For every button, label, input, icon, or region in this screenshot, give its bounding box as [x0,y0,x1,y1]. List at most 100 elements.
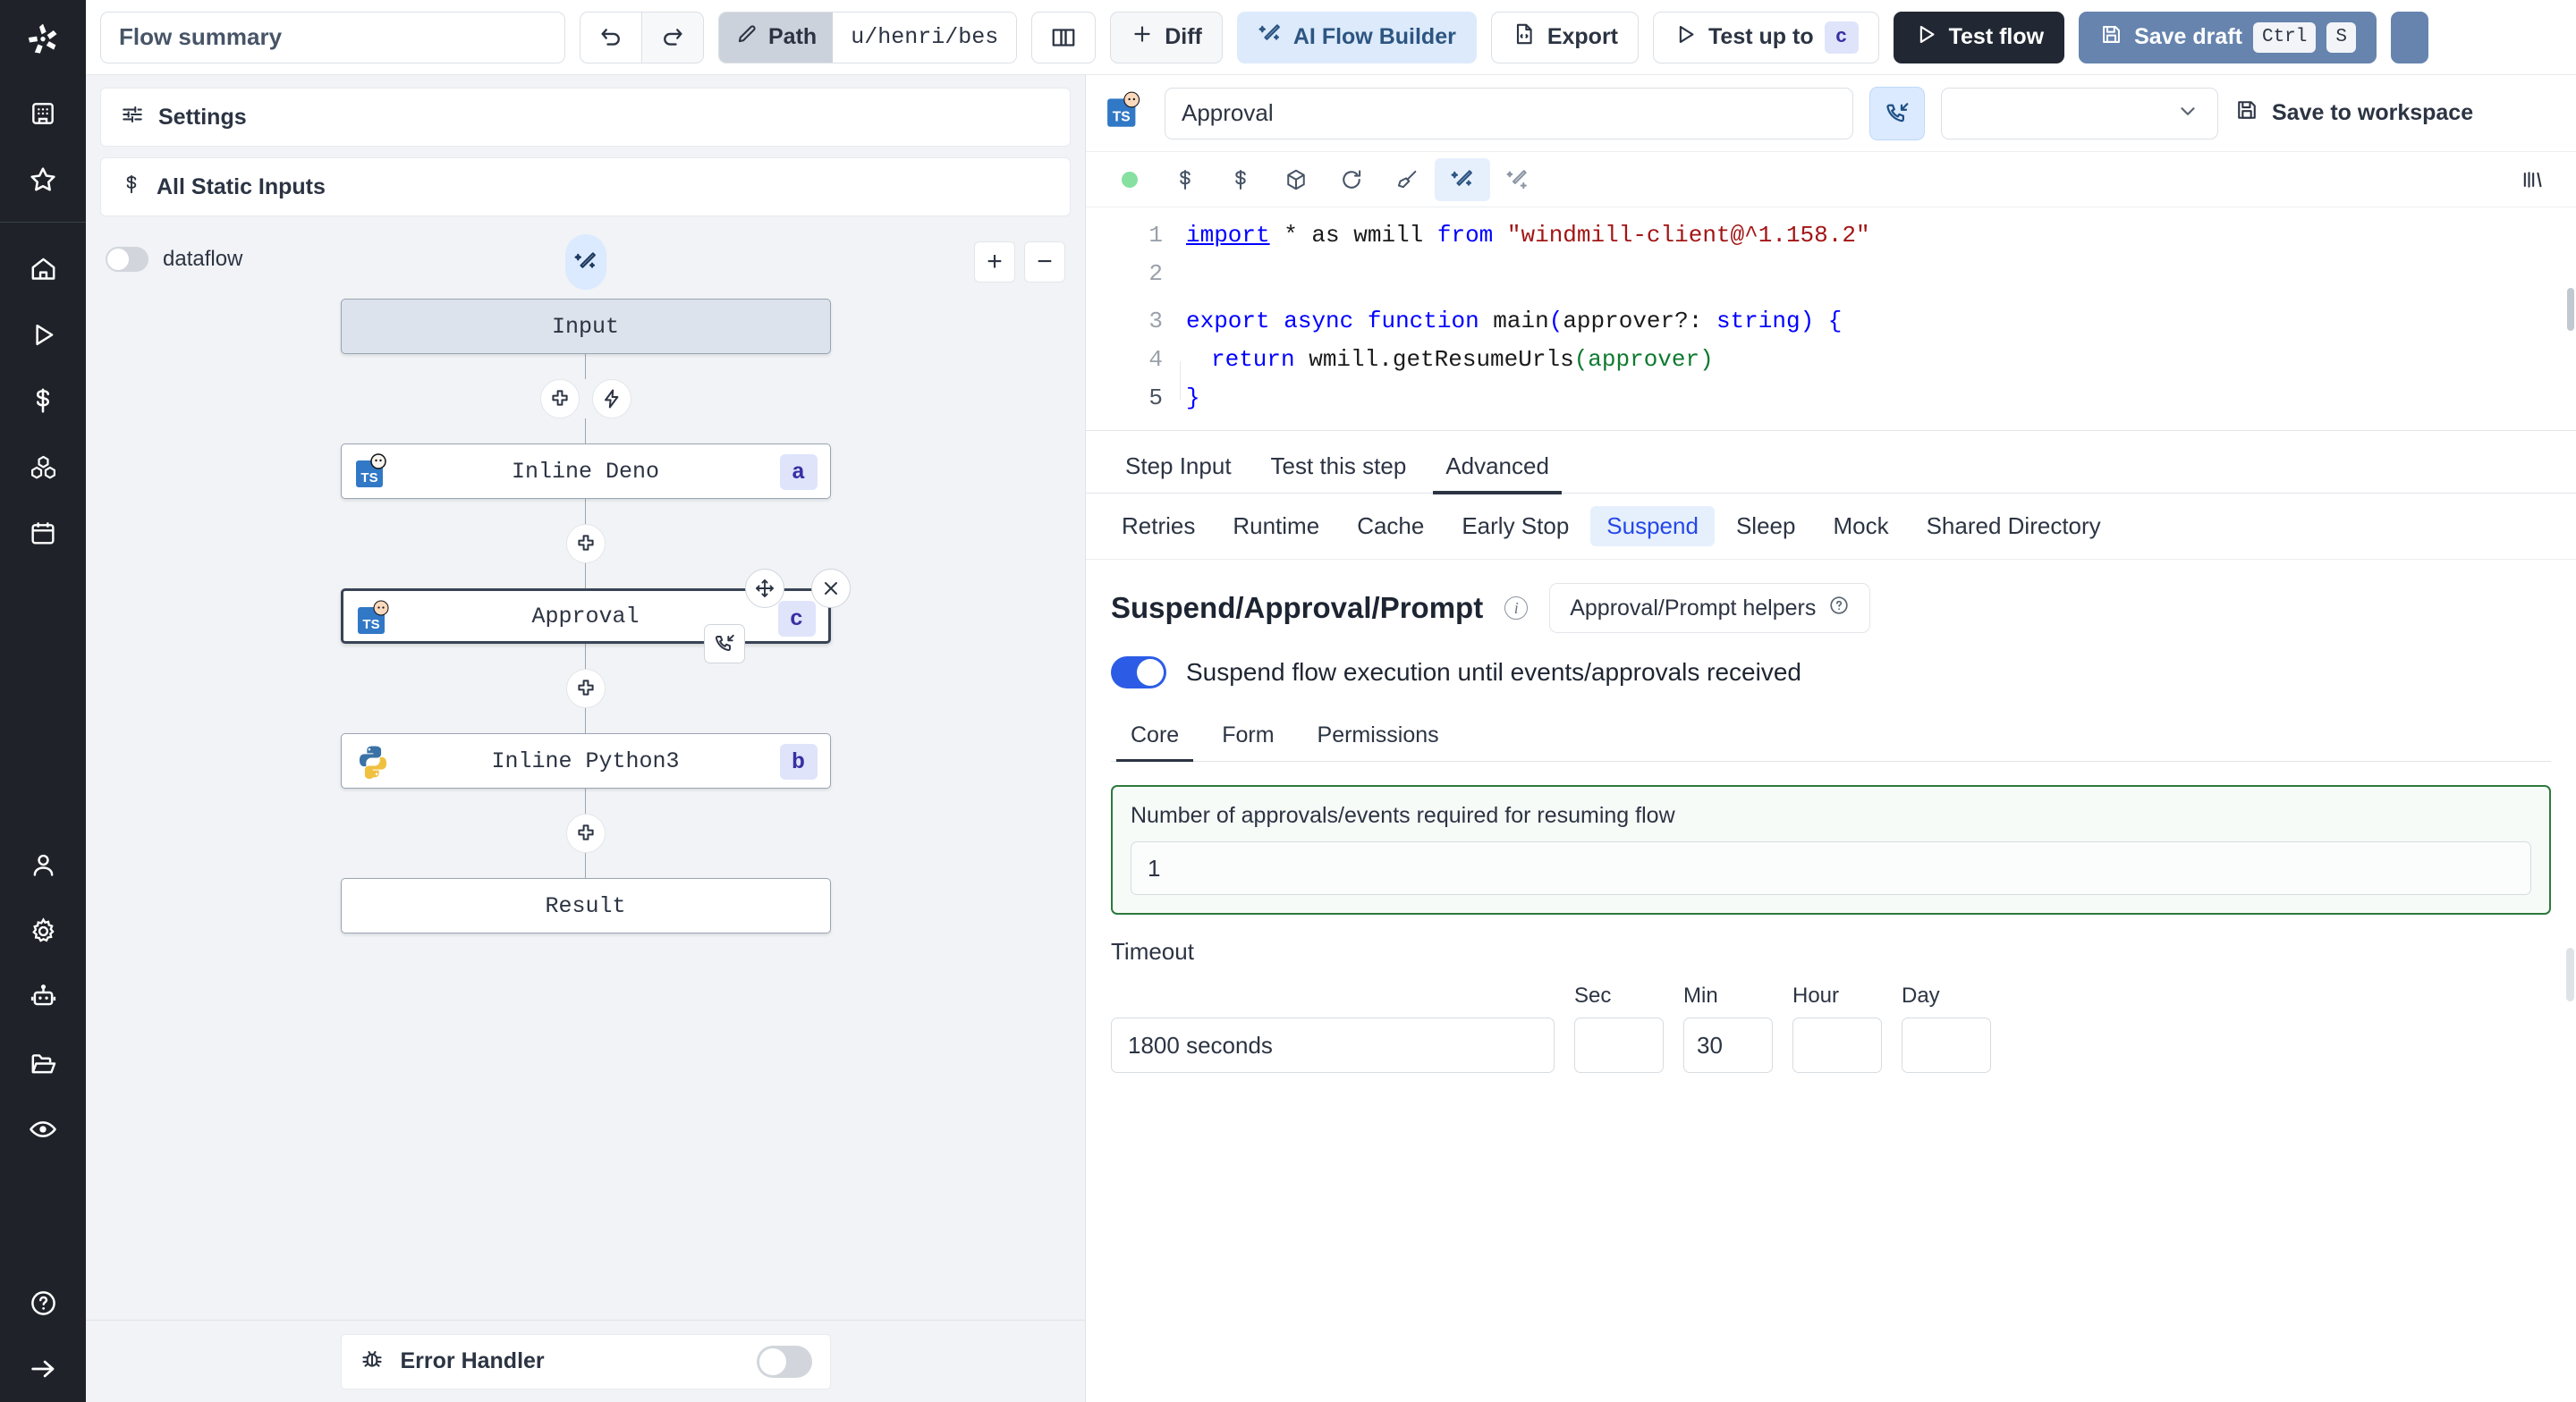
test-flow-button[interactable]: Test flow [1893,11,2065,63]
redo-button[interactable] [641,11,704,63]
timeout-day-input[interactable] [1902,1018,1991,1073]
error-handler-box[interactable]: Error Handler [340,1333,831,1389]
subtab-sleep[interactable]: Sleep [1720,506,1812,546]
delete-node-button[interactable] [810,569,851,608]
tab-advanced[interactable]: Advanced [1426,452,1569,494]
path-label-group[interactable]: Path [719,12,834,63]
test-up-to-button[interactable]: Test up to c [1653,11,1879,63]
approval-prompt-helpers-button[interactable]: Approval/Prompt helpers [1549,583,1871,633]
rail-item-user[interactable] [16,832,70,898]
tab-step-input[interactable]: Step Input [1106,452,1251,493]
save-draft-button[interactable]: Save draft Ctrl S [2079,11,2377,63]
timeout-hour-input[interactable] [1792,1018,1882,1073]
settings-accordion[interactable]: Settings [100,88,1071,147]
suspend-section: Suspend/Approval/Prompt i Approval/Promp… [1086,560,2576,1073]
modetab-core[interactable]: Core [1111,715,1199,762]
dataflow-toggle[interactable] [106,247,148,272]
subtab-cache[interactable]: Cache [1341,506,1440,546]
diff-button[interactable]: Diff [1110,11,1223,63]
timeout-unit-day: Day [1902,984,1991,1073]
timeout-seconds-input[interactable] [1111,1018,1555,1073]
variables-dollar-icon[interactable] [1157,158,1213,201]
subtab-suspend[interactable]: Suspend [1590,506,1715,546]
timeout-unit-sec: Sec [1574,984,1664,1073]
subtab-mock[interactable]: Mock [1817,506,1904,546]
undo-button[interactable] [580,11,641,63]
sparkles-icon[interactable] [1490,158,1546,201]
code-line-number: 4 [1148,346,1163,373]
broom-icon[interactable] [1379,158,1435,201]
bug-icon [360,1347,385,1376]
refresh-icon[interactable] [1324,158,1379,201]
info-icon[interactable]: i [1504,596,1529,620]
phone-incoming-button[interactable] [1869,86,1925,140]
rail-item-workers[interactable] [16,964,70,1030]
all-static-inputs-accordion[interactable]: All Static Inputs [100,157,1071,216]
code-editor[interactable]: 1 import * as wmill from "windmill-clien… [1086,207,2576,431]
flow-node-input[interactable]: Input [340,299,831,354]
zoom-out-button[interactable]: − [1024,241,1065,283]
flow-node-inline-deno[interactable]: TS Inline Deno a [340,443,831,499]
history-icon[interactable] [2504,158,2560,201]
rail-item-star[interactable] [16,147,70,213]
path-control[interactable]: Path u/henri/bes [718,11,1018,63]
path-value-text[interactable]: u/henri/bes [833,12,1017,63]
pencil-icon [735,22,758,52]
resources-dollar-icon[interactable] [1213,158,1268,201]
canvas-ai-button[interactable] [564,234,606,290]
rail-item-resources[interactable] [16,434,70,500]
modetab-form[interactable]: Form [1202,715,1293,761]
subtab-early-stop[interactable]: Early Stop [1445,506,1585,546]
package-icon[interactable] [1268,158,1324,201]
add-step-button[interactable] [565,814,606,853]
script-select[interactable] [1941,87,2218,139]
flow-node-label: Input [551,313,619,340]
suspend-toggle[interactable] [1111,656,1166,688]
more-actions-button[interactable] [2391,11,2428,63]
flow-node-inline-python3[interactable]: Inline Python3 b [340,733,831,789]
windmill-logo-icon[interactable] [17,13,69,64]
rail-item-expand[interactable] [16,1336,70,1402]
add-trigger-button[interactable] [591,379,631,418]
rail-item-building[interactable] [16,80,70,147]
subtab-retries[interactable]: Retries [1106,506,1211,546]
flow-node-result[interactable]: Result [340,878,831,933]
play-icon [1914,22,1938,53]
subtab-shared-directory[interactable]: Shared Directory [1911,506,2117,546]
rail-item-home[interactable] [16,235,70,301]
flow-edge [585,644,586,669]
rail-item-runs[interactable] [16,301,70,367]
modetab-permissions[interactable]: Permissions [1298,715,1459,761]
export-button[interactable]: Export [1490,11,1640,63]
add-step-button[interactable] [565,669,606,708]
step-name-input[interactable] [1165,87,1853,139]
timeout-sec-input[interactable] [1574,1018,1664,1073]
add-step-button[interactable] [565,524,606,563]
rail-item-audit-logs[interactable] [16,1096,70,1162]
approvals-required-input[interactable] [1131,841,2531,895]
flow-canvas[interactable]: dataflow + − Input TS Inline Deno a TS A… [86,216,1085,1402]
code-vertical-scrollbar[interactable] [2567,288,2574,331]
rail-item-schedules[interactable] [16,500,70,566]
timeout-min-input[interactable] [1683,1018,1773,1073]
move-node-handle[interactable] [744,569,784,608]
flow-summary-input[interactable] [100,11,565,63]
zoom-in-button[interactable]: + [974,241,1015,283]
magic-wand-icon[interactable] [1435,157,1490,201]
unit-label-min: Min [1683,984,1718,1008]
save-to-workspace-button[interactable]: Save to workspace [2234,97,2473,129]
subtab-runtime[interactable]: Runtime [1216,506,1335,546]
add-step-button[interactable] [539,379,580,418]
error-handler-toggle[interactable] [756,1345,812,1378]
docs-book-button[interactable] [1031,11,1097,63]
rail-item-variables[interactable] [16,367,70,434]
rail-item-folders[interactable] [16,1030,70,1096]
rail-item-settings[interactable] [16,898,70,964]
svg-text:TS: TS [362,617,379,632]
error-handler-bar: Error Handler [86,1320,1085,1402]
ai-flow-builder-button[interactable]: AI Flow Builder [1236,11,1477,63]
approval-phone-icon[interactable] [703,624,745,663]
detail-vertical-scrollbar[interactable] [2566,948,2574,1001]
rail-item-help[interactable] [16,1270,70,1336]
tab-test-this-step[interactable]: Test this step [1251,452,1427,493]
